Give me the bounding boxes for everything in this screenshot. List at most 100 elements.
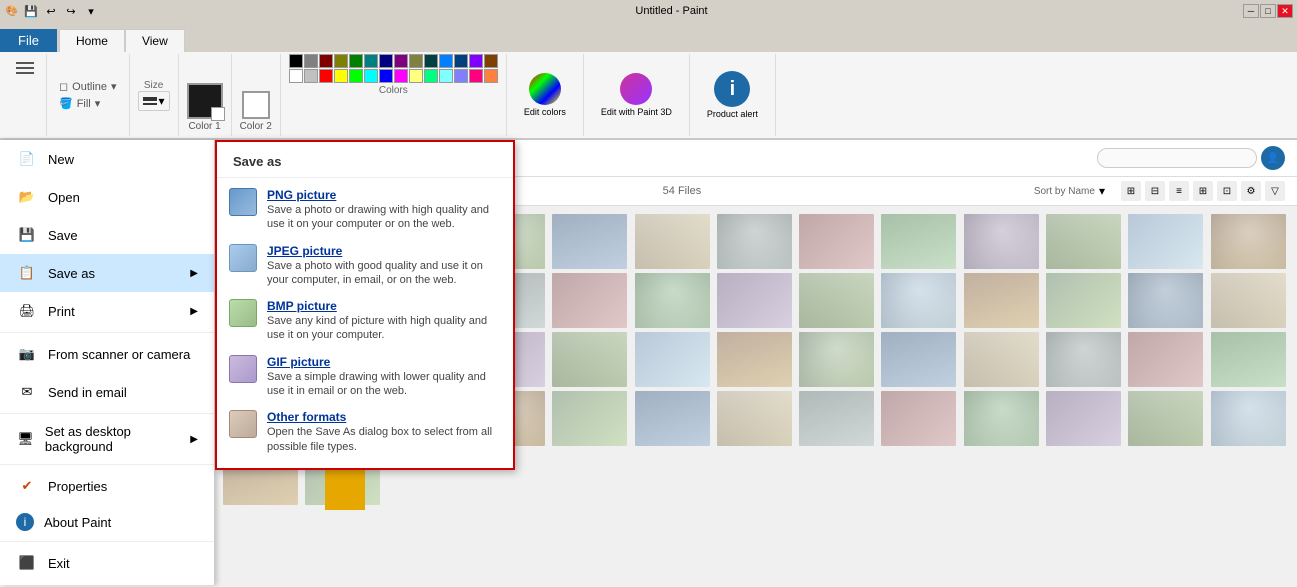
photo-thumbnail[interactable] [552, 214, 627, 269]
color-swatch[interactable] [379, 69, 393, 83]
photo-thumbnail[interactable] [1128, 214, 1203, 269]
color-swatch[interactable] [439, 54, 453, 68]
photo-thumbnail[interactable] [881, 214, 956, 269]
color-swatch[interactable] [469, 54, 483, 68]
redo-btn[interactable]: ↪ [62, 2, 80, 20]
save-quick-btn[interactable]: 💾 [22, 2, 40, 20]
menu-item-email[interactable]: ✉ Send in email [0, 373, 214, 411]
photo-thumbnail[interactable] [964, 273, 1039, 328]
photo-thumbnail[interactable] [1128, 273, 1203, 328]
view-grid-icon[interactable]: ⊞ [1193, 181, 1213, 201]
photo-thumbnail[interactable] [552, 332, 627, 387]
color-swatch[interactable] [424, 54, 438, 68]
view-detail-icon[interactable]: ⊡ [1217, 181, 1237, 201]
user-avatar[interactable]: 👤 [1261, 146, 1285, 170]
color-swatch[interactable] [454, 54, 468, 68]
photo-thumbnail[interactable] [552, 273, 627, 328]
photo-thumbnail[interactable] [635, 214, 710, 269]
color-swatch[interactable] [409, 54, 423, 68]
save-as-jpeg[interactable]: JPEG picture Save a photo with good qual… [217, 238, 513, 294]
photo-thumbnail[interactable] [1128, 391, 1203, 446]
dropdown-btn[interactable]: ▾ [82, 2, 100, 20]
size-dropdown[interactable]: ▾ [138, 91, 170, 111]
color-swatch[interactable] [304, 69, 318, 83]
photo-thumbnail[interactable] [717, 214, 792, 269]
photo-thumbnail[interactable] [717, 391, 792, 446]
color-swatch[interactable] [409, 69, 423, 83]
menu-btn[interactable] [12, 58, 38, 78]
menu-item-save-as[interactable]: 📋 Save as ▶ [0, 254, 214, 292]
color-swatch[interactable] [289, 69, 303, 83]
color-swatch[interactable] [364, 69, 378, 83]
photo-thumbnail[interactable] [1211, 391, 1286, 446]
outline-btn[interactable]: ◻ Outline ▾ [55, 79, 121, 94]
menu-item-properties[interactable]: ✔ Properties [0, 467, 214, 505]
menu-item-save[interactable]: 💾 Save [0, 216, 214, 254]
file-tab[interactable]: File [0, 29, 57, 52]
photo-thumbnail[interactable] [964, 214, 1039, 269]
photo-thumbnail[interactable] [1211, 332, 1286, 387]
menu-item-open[interactable]: 📂 Open [0, 178, 214, 216]
photo-thumbnail[interactable] [635, 391, 710, 446]
color-swatch[interactable] [484, 54, 498, 68]
color-swatch[interactable] [394, 69, 408, 83]
color-swatch[interactable] [304, 54, 318, 68]
view-tab[interactable]: View [125, 29, 185, 52]
product-alert-btn[interactable]: i Product alert [698, 66, 767, 124]
settings-icon[interactable]: ⚙ [1241, 181, 1261, 201]
photo-thumbnail[interactable] [881, 332, 956, 387]
photo-thumbnail[interactable] [964, 332, 1039, 387]
canto-search[interactable] [1097, 148, 1257, 168]
color-swatch[interactable] [424, 69, 438, 83]
photo-thumbnail[interactable] [1046, 214, 1121, 269]
photo-thumbnail[interactable] [717, 273, 792, 328]
minimize-btn[interactable]: ─ [1243, 4, 1259, 18]
color-swatch[interactable] [319, 69, 333, 83]
fill-btn[interactable]: 🪣 Fill ▾ [55, 96, 121, 111]
maximize-btn[interactable]: □ [1260, 4, 1276, 18]
save-as-gif[interactable]: GIF picture Save a simple drawing with l… [217, 349, 513, 405]
photo-thumbnail[interactable] [1046, 332, 1121, 387]
view-large-icon[interactable]: ⊞ [1121, 181, 1141, 201]
color-swatch[interactable] [319, 54, 333, 68]
photo-thumbnail[interactable] [964, 391, 1039, 446]
menu-item-scanner[interactable]: 📷 From scanner or camera [0, 335, 214, 373]
photo-thumbnail[interactable] [881, 273, 956, 328]
color-swatch[interactable] [439, 69, 453, 83]
save-as-other[interactable]: Other formats Open the Save As dialog bo… [217, 404, 513, 460]
menu-item-new[interactable]: 📄 New [0, 140, 214, 178]
color-swatch[interactable] [469, 69, 483, 83]
color-swatch[interactable] [334, 54, 348, 68]
photo-thumbnail[interactable] [1128, 332, 1203, 387]
photo-thumbnail[interactable] [717, 332, 792, 387]
close-btn[interactable]: ✕ [1277, 4, 1293, 18]
edit-paint3d-btn[interactable]: Edit with Paint 3D [592, 68, 681, 122]
color-swatch[interactable] [454, 69, 468, 83]
color-swatch[interactable] [379, 54, 393, 68]
photo-thumbnail[interactable] [1046, 273, 1121, 328]
color-swatch[interactable] [394, 54, 408, 68]
color-swatch[interactable] [334, 69, 348, 83]
color-swatch[interactable] [349, 54, 363, 68]
photo-thumbnail[interactable] [1211, 273, 1286, 328]
save-as-bmp[interactable]: BMP picture Save any kind of picture wit… [217, 293, 513, 349]
photo-thumbnail[interactable] [552, 391, 627, 446]
color-swatch[interactable] [484, 69, 498, 83]
color-swatch[interactable] [364, 54, 378, 68]
edit-colors-btn[interactable]: Edit colors [515, 68, 575, 122]
menu-item-exit[interactable]: ⬛ Exit [0, 544, 214, 582]
photo-thumbnail[interactable] [881, 391, 956, 446]
undo-btn[interactable]: ↩ [42, 2, 60, 20]
photo-thumbnail[interactable] [799, 273, 874, 328]
color-swatch[interactable] [349, 69, 363, 83]
color-swatch[interactable] [289, 54, 303, 68]
photo-thumbnail[interactable] [799, 391, 874, 446]
photo-thumbnail[interactable] [635, 273, 710, 328]
view-medium-icon[interactable]: ⊟ [1145, 181, 1165, 201]
photo-thumbnail[interactable] [799, 332, 874, 387]
home-tab[interactable]: Home [59, 29, 125, 52]
menu-item-print[interactable]: 🖨 Print ▶ [0, 292, 214, 330]
menu-item-about[interactable]: i About Paint [0, 505, 214, 539]
photo-thumbnail[interactable] [635, 332, 710, 387]
color2-swatch[interactable] [242, 91, 270, 119]
